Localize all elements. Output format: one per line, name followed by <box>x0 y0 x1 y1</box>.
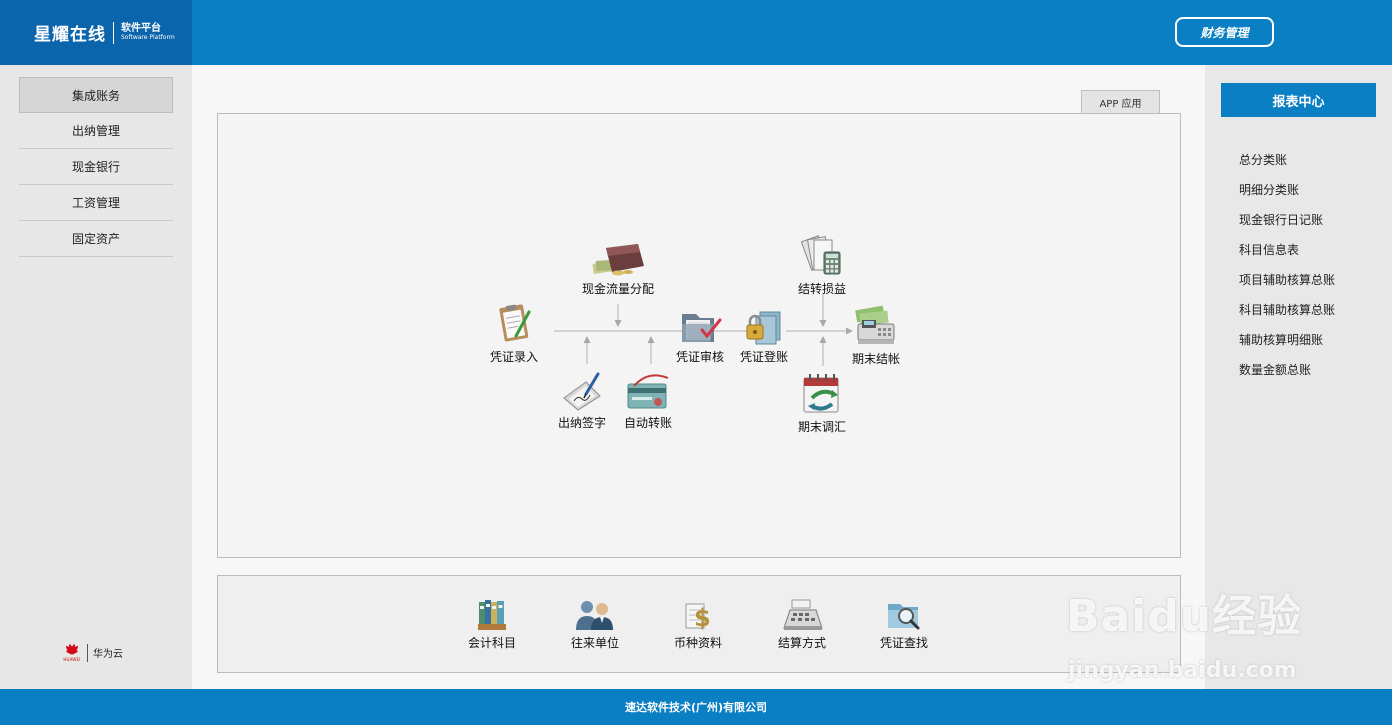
report-link-subject-aux-ledger[interactable]: 科目辅助核算总账 <box>1239 301 1335 318</box>
tool-label-accounting-subjects: 会计科目 <box>468 636 517 650</box>
flow-label-period-adjust: 期末调汇 <box>798 420 847 434</box>
report-link-qty-amount-ledger[interactable]: 数量金额总账 <box>1239 361 1311 378</box>
report-link-cash-bank-journal[interactable]: 现金银行日记账 <box>1239 211 1323 228</box>
report-link-project-aux-ledger[interactable]: 项目辅助核算总账 <box>1239 271 1335 288</box>
folder-lock-icon <box>746 311 781 345</box>
logo-title: 星耀在线 <box>34 25 106 45</box>
footer-bar: 速达软件技术(广州)有限公司 <box>0 689 1392 725</box>
logo-divider <box>113 21 114 44</box>
cheque-icon <box>627 374 669 409</box>
logo-subtitle: 软件平台 Software Platform <box>121 24 175 41</box>
partner-divider <box>87 643 88 662</box>
flow-label-voucher-audit: 凭证审核 <box>676 350 725 364</box>
sign-pad-icon <box>563 372 601 411</box>
watermark-url: jingyan.baidu.com <box>1068 658 1297 683</box>
flow-node-period-close[interactable]: 期末结帐 <box>852 304 900 367</box>
footer-company: 速达软件技术(广州)有限公司 <box>624 701 768 714</box>
flow-label-voucher-post: 凭证登账 <box>740 350 789 364</box>
logo-subtitle-en: Software Platform <box>121 33 175 41</box>
ledger-calculator-icon <box>800 235 841 275</box>
tool-settlement-methods[interactable]: 结算方式 <box>778 598 826 651</box>
flow-node-voucher-post[interactable]: 凭证登账 <box>740 308 788 365</box>
app-logo[interactable]: 星耀在线 软件平台 Software Platform <box>0 0 192 65</box>
huawei-flower-icon <box>65 644 79 655</box>
partner-name: 华为云 <box>93 649 123 660</box>
flow-label-cashier-sign: 出纳签字 <box>558 416 607 430</box>
baidu-watermark: Baidu经验 jingyan.baidu.com <box>1066 580 1303 683</box>
flow-node-period-adjust[interactable]: 期末调汇 <box>798 372 846 435</box>
flow-node-transfer-pl[interactable]: 结转损益 <box>798 234 846 297</box>
report-link-aux-detail[interactable]: 辅助核算明细账 <box>1239 331 1323 348</box>
flow-label-transfer-pl: 结转损益 <box>798 282 847 296</box>
flow-node-auto-transfer[interactable]: 自动转账 <box>624 374 672 431</box>
sidebar-item-integrated-accounting[interactable]: 集成账务 <box>19 77 173 113</box>
flow-node-cashier-sign[interactable]: 出纳签字 <box>558 372 606 431</box>
finance-management-button[interactable]: 财务管理 <box>1175 17 1274 47</box>
flow-node-voucher-entry[interactable]: 凭证录入 <box>490 302 538 365</box>
basic-data-toolbar: 会计科目 往来单位 $ 币种资料 结算方式 凭证查找 <box>217 575 1181 673</box>
flow-node-voucher-audit[interactable]: 凭证审核 <box>676 308 724 365</box>
huawei-logo: HUAWEI <box>62 643 82 662</box>
flow-label-voucher-entry: 凭证录入 <box>490 350 539 364</box>
header-bar: 星耀在线 软件平台 Software Platform 财务管理 <box>0 0 1392 65</box>
sidebar-item-fixed-assets[interactable]: 固定资产 <box>19 221 173 257</box>
partner-logo: HUAWEI 华为云 <box>62 643 123 662</box>
binders-icon <box>478 600 506 630</box>
cash-register-icon <box>783 599 823 630</box>
flow-label-cash-flow: 现金流量分配 <box>582 282 655 296</box>
main-content: APP 应用 凭证录入 现金流量分配 出纳签字 自动转账 凭证审核 凭证登账 结… <box>192 65 1205 689</box>
sidebar-item-payroll[interactable]: 工资管理 <box>19 185 173 221</box>
huawei-wordmark: HUAWEI <box>63 657 81 662</box>
tool-label-settlement-methods: 结算方式 <box>778 636 827 650</box>
dollar-icon: $ <box>685 603 711 632</box>
tool-counterparties[interactable]: 往来单位 <box>571 598 619 651</box>
svg-text:$: $ <box>694 604 711 632</box>
people-icon <box>576 601 613 630</box>
wallet-icon <box>592 244 644 276</box>
sidebar-item-cashier[interactable]: 出纳管理 <box>19 113 173 149</box>
tool-label-currency-data: 币种资料 <box>674 636 723 650</box>
watermark-main: Baidu经验 <box>1066 591 1303 642</box>
tool-currency-data[interactable]: $ 币种资料 <box>674 598 722 651</box>
report-link-general-ledger[interactable]: 总分类账 <box>1239 151 1287 168</box>
calendar-arrows-icon <box>803 374 839 413</box>
accounting-flow-panel: 凭证录入 现金流量分配 出纳签字 自动转账 凭证审核 凭证登账 结转损益 期末调… <box>217 113 1181 558</box>
sidebar-item-cash-bank[interactable]: 现金银行 <box>19 149 173 185</box>
left-sidebar: 集成账务 出纳管理 现金银行 工资管理 固定资产 HUAWEI 华为云 <box>0 65 192 689</box>
report-center-title[interactable]: 报表中心 <box>1221 83 1376 117</box>
tool-label-voucher-search: 凭证查找 <box>880 636 929 650</box>
tool-voucher-search[interactable]: 凭证查找 <box>880 598 928 651</box>
flow-node-cash-flow[interactable]: 现金流量分配 <box>582 240 654 297</box>
tool-label-counterparties: 往来单位 <box>571 636 620 650</box>
tab-app[interactable]: APP 应用 <box>1081 90 1160 114</box>
cash-machine-icon <box>855 305 895 344</box>
report-link-subject-info[interactable]: 科目信息表 <box>1239 241 1299 258</box>
clipboard-pen-icon <box>499 304 531 342</box>
folder-check-icon <box>682 314 722 342</box>
flow-label-period-close: 期末结帐 <box>852 352 901 366</box>
tool-accounting-subjects[interactable]: 会计科目 <box>468 598 516 651</box>
flow-label-auto-transfer: 自动转账 <box>624 416 673 430</box>
folder-search-icon <box>888 604 920 630</box>
report-link-detail-ledger[interactable]: 明细分类账 <box>1239 181 1299 198</box>
